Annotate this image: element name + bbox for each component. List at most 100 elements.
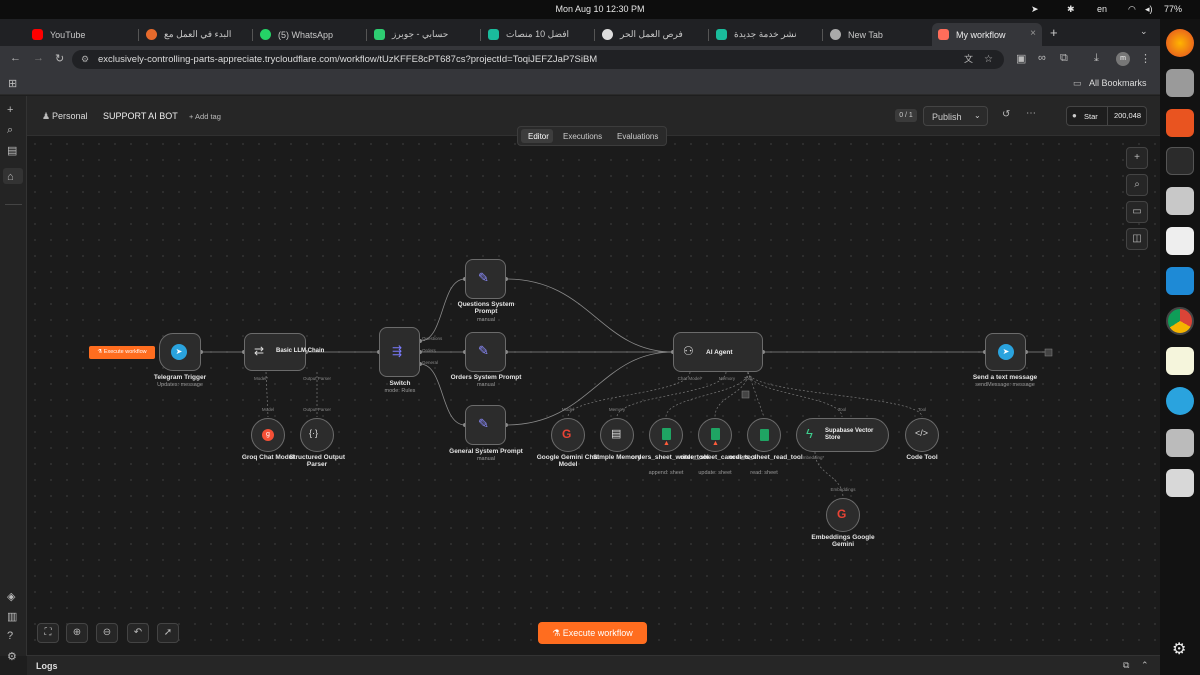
- node-google-gemini-chat-model[interactable]: G: [551, 418, 585, 452]
- database-icon: ▤: [611, 428, 622, 440]
- node-label: Structured Output Parser: [289, 454, 345, 469]
- add-tool-handle: [741, 390, 750, 399]
- node-general-system-prompt[interactable]: ✎: [465, 405, 506, 445]
- json-braces-icon: {·}: [309, 428, 319, 438]
- node-embeddings-google-gemini[interactable]: G: [826, 498, 860, 532]
- port-label: Tool: [743, 376, 753, 381]
- flask-icon: ⚗: [552, 628, 563, 638]
- node-subtitle: mode: Rules: [384, 388, 416, 394]
- node-subtitle: manual: [476, 456, 496, 462]
- node-ai-agent[interactable]: ⚇ AI Agent: [673, 332, 763, 372]
- groq-icon: g: [262, 429, 274, 441]
- canvas-search-button[interactable]: ⌕: [1126, 174, 1148, 196]
- node-switch[interactable]: ⇶: [379, 327, 420, 377]
- google-sheets-icon: [711, 428, 720, 440]
- output-label: Questions: [422, 336, 443, 341]
- port-label: Output Parser: [302, 376, 331, 381]
- logs-panel-bar[interactable]: Logs ⧉ ⌃: [27, 655, 1160, 675]
- node-label: Code Tool: [906, 454, 938, 461]
- add-node-button[interactable]: +: [1126, 147, 1148, 169]
- port-label: Model: [261, 407, 275, 412]
- firefox-icon[interactable]: [1166, 29, 1194, 57]
- edit-pencil-icon: ✎: [478, 416, 489, 431]
- document-viewer-icon[interactable]: [1166, 227, 1194, 255]
- add-node-handle: [1044, 348, 1053, 357]
- sticky-note-button[interactable]: ▭: [1126, 201, 1148, 223]
- node-orders-system-prompt[interactable]: ✎: [465, 332, 506, 372]
- google-sheets-icon: [760, 429, 769, 441]
- node-telegram-trigger[interactable]: ➤: [159, 333, 201, 371]
- node-subtitle: read: sheet: [750, 470, 778, 476]
- search-app-icon[interactable]: [1166, 187, 1194, 215]
- node-order-sheet-cancel-tool[interactable]: ▲: [698, 418, 732, 452]
- node-subtitle: Updates: message: [157, 382, 203, 388]
- edit-pencil-icon: ✎: [478, 270, 489, 285]
- warning-icon: ▲: [663, 440, 670, 447]
- os-dock: ⚙: [1160, 19, 1200, 675]
- logs-label: Logs: [36, 661, 58, 671]
- node-label: Embeddings Google Gemini: [811, 534, 875, 549]
- chain-icon: ⇄: [254, 344, 265, 358]
- port-label: Model*: [253, 376, 268, 381]
- node-code-tool[interactable]: </>: [905, 418, 939, 452]
- execute-workflow-trigger-button[interactable]: ⚗ Execute workflow: [89, 346, 155, 359]
- node-label: General System Prompt: [449, 448, 523, 455]
- text-editor-icon[interactable]: [1166, 347, 1194, 375]
- undo-button[interactable]: ↶: [127, 623, 149, 643]
- port-label: Tool: [917, 407, 927, 412]
- zoom-in-button[interactable]: ⊕: [66, 623, 88, 643]
- telegram-icon: ➤: [998, 344, 1014, 360]
- google-icon: G: [562, 427, 572, 441]
- telegram-icon[interactable]: [1166, 387, 1194, 415]
- node-label: orders_sheet_read_tool: [729, 454, 803, 461]
- node-label: Send a text message: [972, 374, 1038, 381]
- node-groq-chat-model[interactable]: g: [251, 418, 285, 452]
- port-label: Output Parser: [302, 407, 331, 412]
- battery-indicator[interactable]: 77%: [1164, 4, 1182, 14]
- port-label: Chat Model*: [677, 376, 703, 381]
- node-supabase-vector-store[interactable]: ϟ Supabase Vector Store: [796, 418, 889, 452]
- node-orders-sheet-read-tool[interactable]: [747, 418, 781, 452]
- port-label: Embedding*: [799, 455, 825, 460]
- port-label: Tool: [837, 407, 847, 412]
- node-label: Telegram Trigger: [153, 374, 207, 381]
- node-subtitle: manual: [476, 382, 496, 388]
- toggle-panel-button[interactable]: ◫: [1126, 228, 1148, 250]
- node-basic-llm-chain[interactable]: ⇄ Basic LLM Chain: [244, 333, 324, 371]
- warning-icon: ▲: [712, 440, 719, 447]
- app-store-icon[interactable]: [1166, 109, 1194, 137]
- output-label: Orders: [422, 348, 436, 353]
- terminal-icon[interactable]: [1166, 147, 1194, 175]
- ssd-drive-icon[interactable]: [1166, 429, 1194, 457]
- pop-out-icon[interactable]: ⧉: [1123, 660, 1129, 671]
- connection-memory: [616, 371, 727, 418]
- chevron-up-icon[interactable]: ⌃: [1141, 660, 1149, 671]
- fit-view-button[interactable]: ⛶: [37, 623, 59, 643]
- connections-layer: [199, 277, 1053, 499]
- node-label: Questions System Prompt: [457, 301, 515, 316]
- node-questions-system-prompt[interactable]: ✎: [465, 259, 506, 299]
- vscode-icon[interactable]: [1166, 267, 1194, 295]
- execute-workflow-button[interactable]: ⚗ Execute workflow: [538, 622, 647, 644]
- chrome-icon[interactable]: [1166, 307, 1194, 335]
- telegram-icon: ➤: [171, 344, 187, 360]
- node-label: Basic LLM Chain: [276, 348, 325, 354]
- output-label: General: [422, 360, 439, 365]
- node-send-text-message[interactable]: ➤: [985, 333, 1026, 371]
- edit-pencil-icon: ✎: [478, 343, 489, 358]
- node-simple-memory[interactable]: ▤: [600, 418, 634, 452]
- robot-icon: ⚇: [683, 344, 694, 358]
- files-icon[interactable]: [1166, 69, 1194, 97]
- pointer-tool-button[interactable]: ➚: [157, 623, 179, 643]
- port-label: Memory: [718, 376, 736, 381]
- node-label: AI Agent: [706, 349, 733, 356]
- supabase-bolt-icon: ϟ: [806, 426, 813, 441]
- node-orders-sheet-writer-tool[interactable]: ▲: [649, 418, 683, 452]
- switch-icon: ⇶: [392, 344, 403, 358]
- google-icon: G: [837, 507, 847, 521]
- zoom-out-button[interactable]: ⊖: [96, 623, 118, 643]
- trash-icon[interactable]: [1166, 469, 1194, 497]
- port-label: Embeddings: [830, 487, 856, 492]
- node-structured-output-parser[interactable]: {·}: [300, 418, 334, 452]
- show-apps-icon[interactable]: ⚙: [1172, 639, 1186, 659]
